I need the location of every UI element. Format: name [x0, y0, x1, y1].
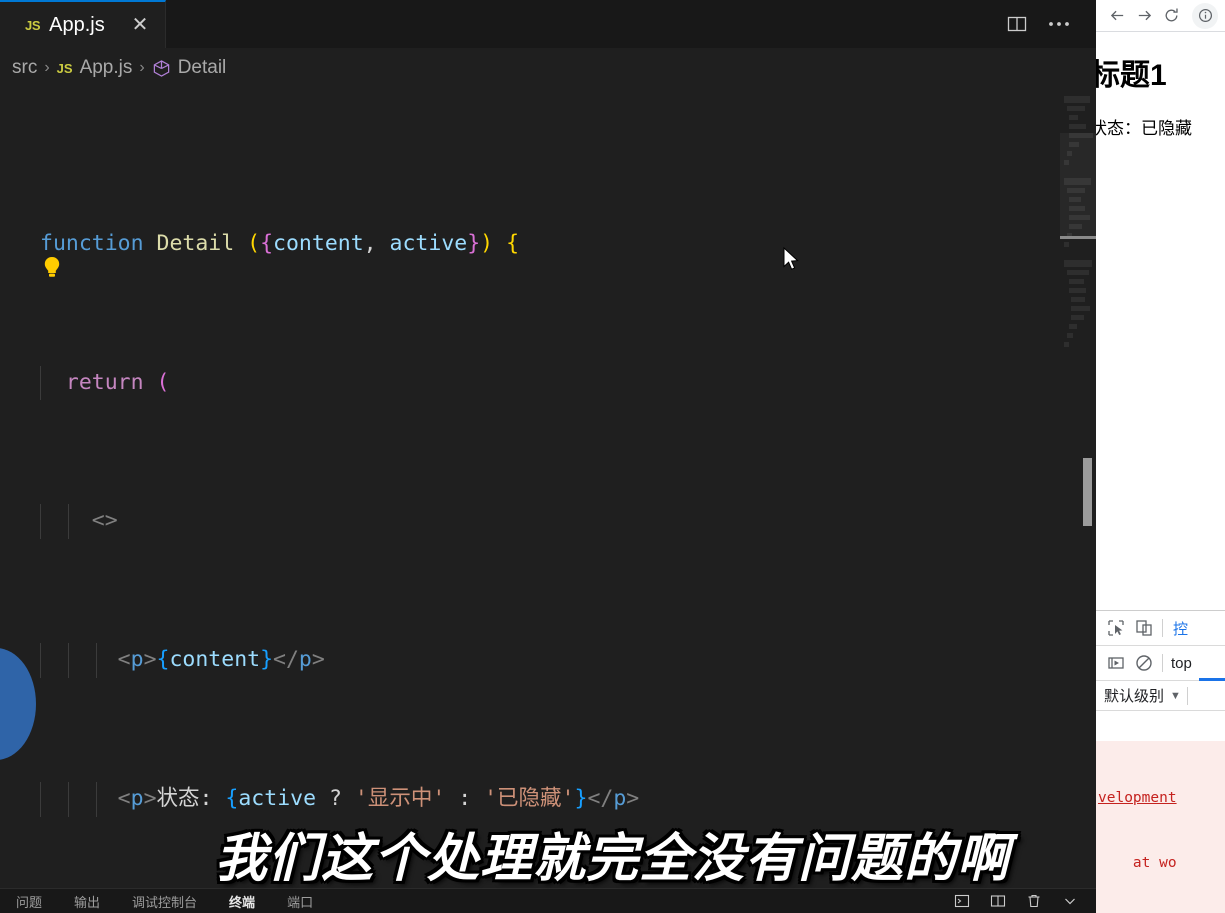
- editor-scrollbar-thumb[interactable]: [1083, 458, 1092, 526]
- panel-tab-terminal[interactable]: 终端: [213, 892, 271, 911]
- close-icon[interactable]: ✕: [129, 15, 151, 35]
- reload-icon[interactable]: [1163, 7, 1180, 24]
- subtitle-overlay: 我们这个处理就完全没有问题的啊: [214, 830, 1010, 888]
- forward-arrow-icon[interactable]: [1136, 7, 1153, 24]
- close-panel-icon[interactable]: [1062, 893, 1078, 909]
- breadcrumb-item-file[interactable]: App.js: [80, 57, 133, 79]
- console-context-selector[interactable]: top: [1171, 655, 1192, 672]
- js-file-icon: JS: [56, 60, 73, 76]
- code-line: return (: [0, 365, 1060, 401]
- mouse-cursor: [783, 246, 801, 278]
- active-tab-underline: [1199, 678, 1225, 681]
- page-heading: 标题1: [1096, 59, 1167, 92]
- resume-script-icon[interactable]: [1106, 653, 1126, 673]
- code-line: <>: [0, 504, 1060, 540]
- toolbar-divider-3: [1186, 686, 1188, 705]
- console-line: velopment: [1098, 790, 1177, 806]
- code-editor[interactable]: function Detail ({content, active}) { re…: [0, 88, 1060, 888]
- new-terminal-icon[interactable]: [954, 893, 970, 909]
- chevron-right-icon: ›: [44, 59, 50, 76]
- editor-tab-label: App.js: [49, 13, 105, 36]
- browser-window: 标题1 状态：已隐藏 控 top 默认级别 ▼ velopment at wo: [1096, 0, 1225, 913]
- panel-tab-problems[interactable]: 问题: [0, 892, 58, 911]
- devtools-toolbar-row: 控: [1096, 611, 1225, 646]
- chevron-down-icon[interactable]: ▼: [1170, 690, 1181, 702]
- inspect-element-icon[interactable]: [1106, 618, 1126, 638]
- devtools-console-toolbar: top: [1096, 646, 1225, 681]
- editor-tab-bar: js-file-icon JS App.js ✕: [0, 0, 1096, 48]
- vscode-window: js-file-icon JS App.js ✕: [0, 0, 1096, 913]
- panel-tab-debug-console[interactable]: 调试控制台: [116, 892, 213, 911]
- kill-terminal-icon[interactable]: [1026, 893, 1042, 909]
- split-editor-icon[interactable]: [1006, 13, 1028, 35]
- page-info-icon[interactable]: [1192, 2, 1218, 29]
- devtools-tab-console[interactable]: 控: [1173, 618, 1188, 639]
- split-terminal-icon[interactable]: [990, 893, 1006, 909]
- editor-tab-actions: [1006, 0, 1096, 48]
- breadcrumb-item-symbol[interactable]: Detail: [178, 57, 227, 79]
- bottom-panel-tabs: 问题 输出 调试控制台 终端 端口: [0, 888, 1096, 913]
- code-line: <p>{content}</p>: [0, 643, 1060, 678]
- clear-console-icon[interactable]: [1134, 653, 1154, 673]
- back-arrow-icon[interactable]: [1109, 7, 1126, 24]
- console-level-selector[interactable]: 默认级别: [1104, 685, 1164, 706]
- panel-tab-output[interactable]: 输出: [58, 892, 116, 911]
- minimap-viewport-slider[interactable]: [1060, 133, 1096, 238]
- panel-tab-ports[interactable]: 端口: [271, 892, 329, 911]
- minimap-cursor-line: [1060, 236, 1096, 239]
- toolbar-divider: [1162, 619, 1163, 637]
- page-status-text: 状态：已隐藏: [1096, 119, 1192, 138]
- panel-actions: [954, 893, 1096, 909]
- js-file-icon-glyph: JS: [25, 17, 41, 33]
- browser-toolbar: [1096, 0, 1225, 31]
- device-toolbar-icon[interactable]: [1134, 618, 1154, 638]
- breadcrumb-item-src[interactable]: src: [12, 57, 37, 79]
- editor-tab-app-js[interactable]: js-file-icon JS App.js ✕: [0, 0, 166, 48]
- lightbulb-icon[interactable]: [42, 256, 62, 280]
- cube-icon: [152, 59, 171, 78]
- devtools-filter-row: 默认级别 ▼: [1096, 681, 1225, 711]
- code-line: function Detail ({content, active}) {: [40, 230, 520, 256]
- more-actions-icon[interactable]: [1048, 21, 1070, 27]
- screen-root: js-file-icon JS App.js ✕: [0, 0, 1225, 913]
- toolbar-divider-2: [1162, 654, 1163, 672]
- code-line: <p>状态: {active ? '显示中' : '已隐藏'}</p>: [0, 782, 1060, 817]
- breadcrumb: src › JS App.js › Detail: [0, 48, 1096, 88]
- browser-page-content: 标题1 状态：已隐藏: [1096, 32, 1225, 610]
- chevron-right-icon-2: ›: [139, 59, 145, 76]
